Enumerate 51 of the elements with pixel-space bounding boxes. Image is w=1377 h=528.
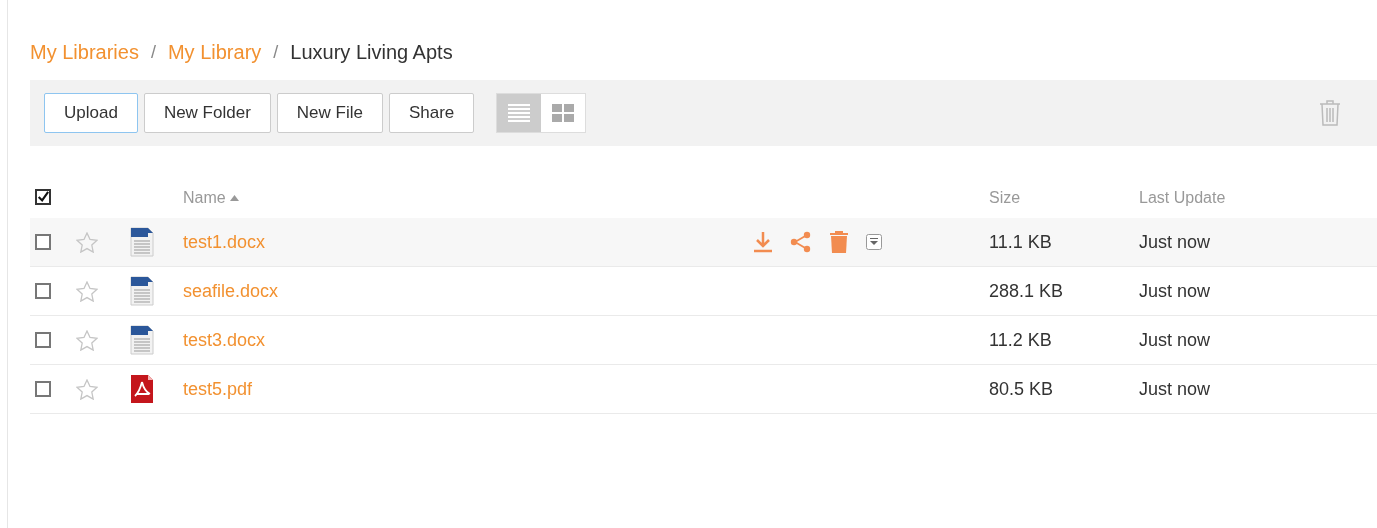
download-icon[interactable] xyxy=(753,231,773,253)
document-icon xyxy=(130,227,154,257)
row-checkbox[interactable] xyxy=(35,283,51,299)
select-all-checkbox[interactable] xyxy=(35,189,51,205)
star-icon[interactable] xyxy=(76,280,98,302)
grid-icon xyxy=(552,104,575,122)
row-checkbox[interactable] xyxy=(35,381,51,397)
delete-icon[interactable] xyxy=(829,231,849,253)
breadcrumb-link[interactable]: My Library xyxy=(167,40,262,64)
last-update: Just now xyxy=(1139,280,1211,301)
file-size: 288.1 KB xyxy=(989,280,1064,301)
file-size: 11.2 KB xyxy=(989,329,1052,350)
toolbar-button[interactable]: New Folder xyxy=(143,93,271,133)
share-icon[interactable] xyxy=(790,231,812,253)
toolbar-button[interactable]: Upload xyxy=(44,93,138,133)
file-name-link[interactable]: test1.docx xyxy=(183,231,266,252)
file-name-link[interactable]: test3.docx xyxy=(183,329,266,350)
document-icon xyxy=(130,325,154,355)
breadcrumb-link[interactable]: My Libraries xyxy=(30,40,139,64)
file-size: 11.1 KB xyxy=(989,231,1052,252)
file-row[interactable]: test1.docx 11.1 KB Just now xyxy=(30,218,1377,267)
breadcrumb-current: Luxury Living Apts xyxy=(290,40,453,64)
list-view-button[interactable] xyxy=(497,94,542,132)
toolbar-button[interactable]: New File xyxy=(276,93,383,133)
document-icon xyxy=(130,276,154,306)
file-row[interactable]: seafile.docx 288.1 KB Just now xyxy=(30,267,1377,316)
trash-icon[interactable] xyxy=(1319,100,1341,126)
file-name-link[interactable]: test5.pdf xyxy=(183,378,253,399)
last-update: Just now xyxy=(1139,378,1211,399)
column-header[interactable]: Last Update xyxy=(1139,188,1226,207)
file-size: 80.5 KB xyxy=(989,378,1054,399)
dropdown-icon[interactable] xyxy=(866,234,882,250)
star-icon[interactable] xyxy=(76,378,98,400)
row-checkbox[interactable] xyxy=(35,332,51,348)
column-header[interactable]: Size xyxy=(989,188,1021,207)
row-checkbox[interactable] xyxy=(35,234,51,250)
star-icon[interactable] xyxy=(76,329,98,351)
list-icon xyxy=(508,104,531,122)
grid-view-button[interactable] xyxy=(541,94,586,132)
breadcrumb-separator: / xyxy=(273,41,279,63)
last-update: Just now xyxy=(1139,231,1211,252)
file-name-link[interactable]: seafile.docx xyxy=(183,280,279,301)
last-update: Just now xyxy=(1139,329,1211,350)
pdf-icon xyxy=(130,374,154,404)
breadcrumb-separator: / xyxy=(150,41,156,63)
sort-arrow-icon xyxy=(229,194,239,201)
toolbar-button[interactable]: Share xyxy=(388,93,475,133)
star-icon[interactable] xyxy=(76,231,98,253)
file-row[interactable]: test5.pdf 80.5 KB Just now xyxy=(30,365,1377,414)
file-row[interactable]: test3.docx 11.2 KB Just now xyxy=(30,316,1377,365)
column-header[interactable]: Name xyxy=(183,188,239,207)
